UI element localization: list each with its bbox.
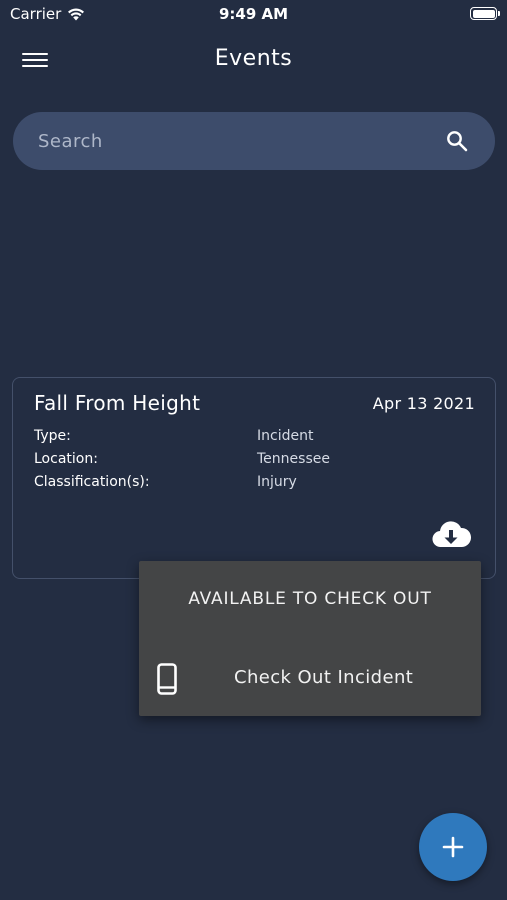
nav-bar: Events <box>0 40 507 82</box>
field-value: Tennessee <box>257 451 330 467</box>
field-label: Location: <box>34 451 98 467</box>
field-value: Incident <box>257 428 314 444</box>
field-label: Classification(s): <box>34 474 150 490</box>
add-event-button[interactable] <box>419 813 487 881</box>
cloud-download-icon[interactable] <box>431 519 472 551</box>
battery-full-icon <box>470 7 500 20</box>
event-date: Apr 13 2021 <box>372 394 475 413</box>
status-bar: Carrier 9:49 AM <box>0 0 507 28</box>
search-input[interactable] <box>38 130 437 152</box>
field-value: Injury <box>257 474 297 490</box>
popup-header: AVAILABLE TO CHECK OUT <box>188 589 432 609</box>
status-time: 9:49 AM <box>218 5 289 23</box>
page-title: Events <box>214 46 293 71</box>
search-icon[interactable] <box>437 121 477 161</box>
plus-icon <box>442 836 464 858</box>
menu-item-label: Check Out Incident <box>234 667 414 688</box>
check-out-incident-menu-item[interactable]: Check Out Incident <box>139 641 481 716</box>
checkout-popup-menu: AVAILABLE TO CHECK OUT Check Out Inciden… <box>139 561 481 716</box>
search-bar <box>13 112 495 170</box>
event-title: Fall From Height <box>34 391 201 415</box>
field-label: Type: <box>34 428 71 444</box>
event-card[interactable]: Fall From Height Apr 13 2021 Type: Incid… <box>12 377 496 579</box>
phone-icon <box>157 663 177 695</box>
